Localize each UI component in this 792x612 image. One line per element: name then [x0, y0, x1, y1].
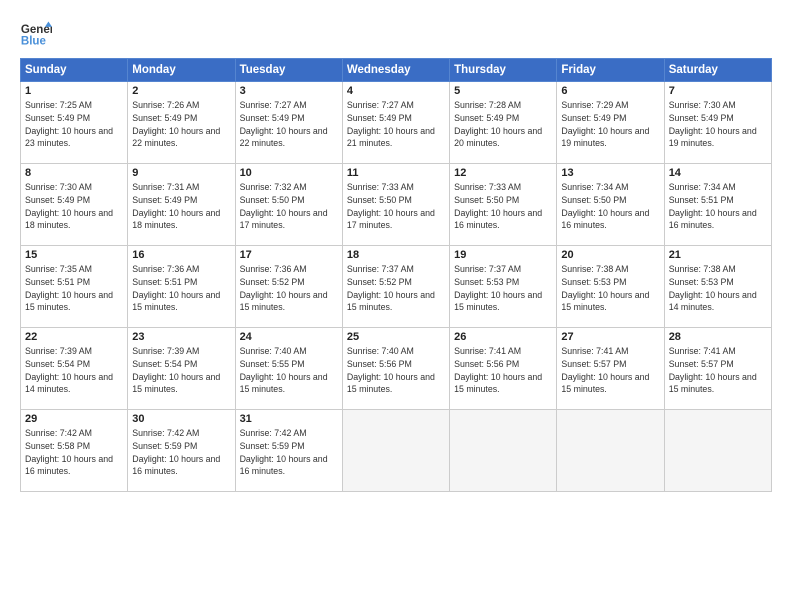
calendar-row: 8Sunrise: 7:30 AMSunset: 5:49 PMDaylight… — [21, 164, 772, 246]
weekday-header-row: Sunday Monday Tuesday Wednesday Thursday… — [21, 59, 772, 82]
calendar-row: 22Sunrise: 7:39 AMSunset: 5:54 PMDayligh… — [21, 328, 772, 410]
table-row: 26Sunrise: 7:41 AMSunset: 5:56 PMDayligh… — [450, 328, 557, 410]
table-row: 20Sunrise: 7:38 AMSunset: 5:53 PMDayligh… — [557, 246, 664, 328]
calendar-row: 1Sunrise: 7:25 AMSunset: 5:49 PMDaylight… — [21, 82, 772, 164]
col-wednesday: Wednesday — [342, 59, 449, 82]
col-friday: Friday — [557, 59, 664, 82]
table-row: 1Sunrise: 7:25 AMSunset: 5:49 PMDaylight… — [21, 82, 128, 164]
header: General Blue — [20, 18, 772, 50]
calendar-row: 29Sunrise: 7:42 AMSunset: 5:58 PMDayligh… — [21, 410, 772, 492]
table-row: 6Sunrise: 7:29 AMSunset: 5:49 PMDaylight… — [557, 82, 664, 164]
calendar-table: Sunday Monday Tuesday Wednesday Thursday… — [20, 58, 772, 492]
table-row: 25Sunrise: 7:40 AMSunset: 5:56 PMDayligh… — [342, 328, 449, 410]
table-row: 28Sunrise: 7:41 AMSunset: 5:57 PMDayligh… — [664, 328, 771, 410]
calendar-body: 1Sunrise: 7:25 AMSunset: 5:49 PMDaylight… — [21, 82, 772, 492]
logo-icon: General Blue — [20, 18, 52, 50]
table-row — [342, 410, 449, 492]
calendar-row: 15Sunrise: 7:35 AMSunset: 5:51 PMDayligh… — [21, 246, 772, 328]
col-monday: Monday — [128, 59, 235, 82]
table-row: 5Sunrise: 7:28 AMSunset: 5:49 PMDaylight… — [450, 82, 557, 164]
table-row: 10Sunrise: 7:32 AMSunset: 5:50 PMDayligh… — [235, 164, 342, 246]
table-row: 16Sunrise: 7:36 AMSunset: 5:51 PMDayligh… — [128, 246, 235, 328]
table-row: 7Sunrise: 7:30 AMSunset: 5:49 PMDaylight… — [664, 82, 771, 164]
table-row: 14Sunrise: 7:34 AMSunset: 5:51 PMDayligh… — [664, 164, 771, 246]
table-row: 3Sunrise: 7:27 AMSunset: 5:49 PMDaylight… — [235, 82, 342, 164]
table-row: 21Sunrise: 7:38 AMSunset: 5:53 PMDayligh… — [664, 246, 771, 328]
table-row: 11Sunrise: 7:33 AMSunset: 5:50 PMDayligh… — [342, 164, 449, 246]
logo: General Blue — [20, 18, 52, 50]
table-row: 23Sunrise: 7:39 AMSunset: 5:54 PMDayligh… — [128, 328, 235, 410]
table-row: 18Sunrise: 7:37 AMSunset: 5:52 PMDayligh… — [342, 246, 449, 328]
table-row — [450, 410, 557, 492]
col-saturday: Saturday — [664, 59, 771, 82]
table-row: 22Sunrise: 7:39 AMSunset: 5:54 PMDayligh… — [21, 328, 128, 410]
table-row: 30Sunrise: 7:42 AMSunset: 5:59 PMDayligh… — [128, 410, 235, 492]
table-row: 9Sunrise: 7:31 AMSunset: 5:49 PMDaylight… — [128, 164, 235, 246]
table-row: 2Sunrise: 7:26 AMSunset: 5:49 PMDaylight… — [128, 82, 235, 164]
col-tuesday: Tuesday — [235, 59, 342, 82]
table-row: 17Sunrise: 7:36 AMSunset: 5:52 PMDayligh… — [235, 246, 342, 328]
table-row: 31Sunrise: 7:42 AMSunset: 5:59 PMDayligh… — [235, 410, 342, 492]
table-row: 27Sunrise: 7:41 AMSunset: 5:57 PMDayligh… — [557, 328, 664, 410]
table-row: 15Sunrise: 7:35 AMSunset: 5:51 PMDayligh… — [21, 246, 128, 328]
calendar-page: General Blue Sunday Monday Tuesday Wedne… — [0, 0, 792, 612]
table-row — [557, 410, 664, 492]
col-sunday: Sunday — [21, 59, 128, 82]
svg-text:Blue: Blue — [21, 36, 47, 48]
col-thursday: Thursday — [450, 59, 557, 82]
table-row: 12Sunrise: 7:33 AMSunset: 5:50 PMDayligh… — [450, 164, 557, 246]
table-row: 24Sunrise: 7:40 AMSunset: 5:55 PMDayligh… — [235, 328, 342, 410]
table-row: 4Sunrise: 7:27 AMSunset: 5:49 PMDaylight… — [342, 82, 449, 164]
table-row: 8Sunrise: 7:30 AMSunset: 5:49 PMDaylight… — [21, 164, 128, 246]
table-row: 29Sunrise: 7:42 AMSunset: 5:58 PMDayligh… — [21, 410, 128, 492]
table-row: 13Sunrise: 7:34 AMSunset: 5:50 PMDayligh… — [557, 164, 664, 246]
table-row: 19Sunrise: 7:37 AMSunset: 5:53 PMDayligh… — [450, 246, 557, 328]
table-row — [664, 410, 771, 492]
